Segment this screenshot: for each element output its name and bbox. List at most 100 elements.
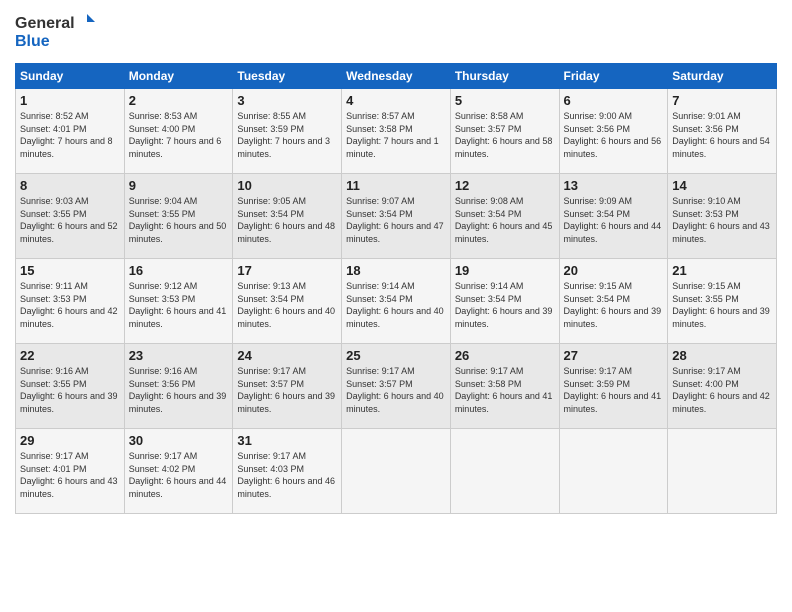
- day-info: Sunrise: 9:10 AMSunset: 3:53 PMDaylight:…: [672, 196, 770, 244]
- day-number: 19: [455, 263, 555, 278]
- day-info: Sunrise: 9:00 AMSunset: 3:56 PMDaylight:…: [564, 111, 662, 159]
- day-cell: 4 Sunrise: 8:57 AMSunset: 3:58 PMDayligh…: [342, 89, 451, 174]
- day-number: 18: [346, 263, 446, 278]
- calendar-header: General Blue: [15, 10, 777, 55]
- day-info: Sunrise: 8:53 AMSunset: 4:00 PMDaylight:…: [129, 111, 222, 159]
- week-row-1: 1 Sunrise: 8:52 AMSunset: 4:01 PMDayligh…: [16, 89, 777, 174]
- column-header-wednesday: Wednesday: [342, 64, 451, 89]
- day-cell: 13 Sunrise: 9:09 AMSunset: 3:54 PMDaylig…: [559, 174, 668, 259]
- day-info: Sunrise: 9:15 AMSunset: 3:55 PMDaylight:…: [672, 281, 770, 329]
- day-cell: 8 Sunrise: 9:03 AMSunset: 3:55 PMDayligh…: [16, 174, 125, 259]
- day-number: 16: [129, 263, 229, 278]
- day-number: 26: [455, 348, 555, 363]
- day-info: Sunrise: 9:14 AMSunset: 3:54 PMDaylight:…: [346, 281, 444, 329]
- day-cell: 22 Sunrise: 9:16 AMSunset: 3:55 PMDaylig…: [16, 344, 125, 429]
- day-info: Sunrise: 9:03 AMSunset: 3:55 PMDaylight:…: [20, 196, 118, 244]
- day-cell: 10 Sunrise: 9:05 AMSunset: 3:54 PMDaylig…: [233, 174, 342, 259]
- day-number: 23: [129, 348, 229, 363]
- week-row-5: 29 Sunrise: 9:17 AMSunset: 4:01 PMDaylig…: [16, 429, 777, 514]
- day-number: 7: [672, 93, 772, 108]
- day-number: 8: [20, 178, 120, 193]
- day-number: 9: [129, 178, 229, 193]
- day-info: Sunrise: 9:17 AMSunset: 3:57 PMDaylight:…: [346, 366, 444, 414]
- day-cell: 14 Sunrise: 9:10 AMSunset: 3:53 PMDaylig…: [668, 174, 777, 259]
- day-cell: 6 Sunrise: 9:00 AMSunset: 3:56 PMDayligh…: [559, 89, 668, 174]
- day-cell: 1 Sunrise: 8:52 AMSunset: 4:01 PMDayligh…: [16, 89, 125, 174]
- day-number: 12: [455, 178, 555, 193]
- logo: General Blue: [15, 10, 95, 55]
- header-row: SundayMondayTuesdayWednesdayThursdayFrid…: [16, 64, 777, 89]
- day-number: 13: [564, 178, 664, 193]
- day-info: Sunrise: 9:17 AMSunset: 4:01 PMDaylight:…: [20, 451, 118, 499]
- day-number: 31: [237, 433, 337, 448]
- day-info: Sunrise: 9:14 AMSunset: 3:54 PMDaylight:…: [455, 281, 553, 329]
- day-info: Sunrise: 9:11 AMSunset: 3:53 PMDaylight:…: [20, 281, 118, 329]
- day-number: 14: [672, 178, 772, 193]
- day-info: Sunrise: 9:17 AMSunset: 3:58 PMDaylight:…: [455, 366, 553, 414]
- day-number: 21: [672, 263, 772, 278]
- day-cell: 28 Sunrise: 9:17 AMSunset: 4:00 PMDaylig…: [668, 344, 777, 429]
- column-header-saturday: Saturday: [668, 64, 777, 89]
- day-info: Sunrise: 9:09 AMSunset: 3:54 PMDaylight:…: [564, 196, 662, 244]
- day-info: Sunrise: 9:17 AMSunset: 4:00 PMDaylight:…: [672, 366, 770, 414]
- day-cell: 24 Sunrise: 9:17 AMSunset: 3:57 PMDaylig…: [233, 344, 342, 429]
- day-cell: 16 Sunrise: 9:12 AMSunset: 3:53 PMDaylig…: [124, 259, 233, 344]
- day-info: Sunrise: 9:13 AMSunset: 3:54 PMDaylight:…: [237, 281, 335, 329]
- day-info: Sunrise: 9:08 AMSunset: 3:54 PMDaylight:…: [455, 196, 553, 244]
- day-info: Sunrise: 9:16 AMSunset: 3:56 PMDaylight:…: [129, 366, 227, 414]
- day-info: Sunrise: 9:16 AMSunset: 3:55 PMDaylight:…: [20, 366, 118, 414]
- day-number: 6: [564, 93, 664, 108]
- day-cell: 12 Sunrise: 9:08 AMSunset: 3:54 PMDaylig…: [450, 174, 559, 259]
- day-cell: [342, 429, 451, 514]
- day-info: Sunrise: 9:05 AMSunset: 3:54 PMDaylight:…: [237, 196, 335, 244]
- day-info: Sunrise: 8:57 AMSunset: 3:58 PMDaylight:…: [346, 111, 439, 159]
- day-info: Sunrise: 9:17 AMSunset: 4:03 PMDaylight:…: [237, 451, 335, 499]
- logo-svg: General Blue: [15, 10, 95, 55]
- column-header-thursday: Thursday: [450, 64, 559, 89]
- day-cell: 18 Sunrise: 9:14 AMSunset: 3:54 PMDaylig…: [342, 259, 451, 344]
- day-number: 3: [237, 93, 337, 108]
- week-row-3: 15 Sunrise: 9:11 AMSunset: 3:53 PMDaylig…: [16, 259, 777, 344]
- day-cell: 31 Sunrise: 9:17 AMSunset: 4:03 PMDaylig…: [233, 429, 342, 514]
- day-cell: 2 Sunrise: 8:53 AMSunset: 4:00 PMDayligh…: [124, 89, 233, 174]
- day-cell: 5 Sunrise: 8:58 AMSunset: 3:57 PMDayligh…: [450, 89, 559, 174]
- day-info: Sunrise: 8:52 AMSunset: 4:01 PMDaylight:…: [20, 111, 113, 159]
- day-info: Sunrise: 9:12 AMSunset: 3:53 PMDaylight:…: [129, 281, 227, 329]
- day-number: 17: [237, 263, 337, 278]
- day-cell: 21 Sunrise: 9:15 AMSunset: 3:55 PMDaylig…: [668, 259, 777, 344]
- day-cell: 11 Sunrise: 9:07 AMSunset: 3:54 PMDaylig…: [342, 174, 451, 259]
- day-number: 22: [20, 348, 120, 363]
- day-info: Sunrise: 8:58 AMSunset: 3:57 PMDaylight:…: [455, 111, 553, 159]
- column-header-sunday: Sunday: [16, 64, 125, 89]
- day-cell: [559, 429, 668, 514]
- svg-text:Blue: Blue: [15, 33, 50, 50]
- day-info: Sunrise: 9:17 AMSunset: 3:57 PMDaylight:…: [237, 366, 335, 414]
- week-row-4: 22 Sunrise: 9:16 AMSunset: 3:55 PMDaylig…: [16, 344, 777, 429]
- day-number: 24: [237, 348, 337, 363]
- day-number: 10: [237, 178, 337, 193]
- day-cell: 29 Sunrise: 9:17 AMSunset: 4:01 PMDaylig…: [16, 429, 125, 514]
- day-number: 20: [564, 263, 664, 278]
- day-cell: 25 Sunrise: 9:17 AMSunset: 3:57 PMDaylig…: [342, 344, 451, 429]
- day-cell: 20 Sunrise: 9:15 AMSunset: 3:54 PMDaylig…: [559, 259, 668, 344]
- day-number: 2: [129, 93, 229, 108]
- day-info: Sunrise: 9:17 AMSunset: 4:02 PMDaylight:…: [129, 451, 227, 499]
- day-cell: 9 Sunrise: 9:04 AMSunset: 3:55 PMDayligh…: [124, 174, 233, 259]
- day-info: Sunrise: 9:01 AMSunset: 3:56 PMDaylight:…: [672, 111, 770, 159]
- day-number: 30: [129, 433, 229, 448]
- day-cell: 15 Sunrise: 9:11 AMSunset: 3:53 PMDaylig…: [16, 259, 125, 344]
- day-number: 25: [346, 348, 446, 363]
- day-cell: 27 Sunrise: 9:17 AMSunset: 3:59 PMDaylig…: [559, 344, 668, 429]
- day-info: Sunrise: 9:15 AMSunset: 3:54 PMDaylight:…: [564, 281, 662, 329]
- calendar-container: General Blue SundayMondayTuesdayWednesda…: [0, 0, 792, 524]
- column-header-tuesday: Tuesday: [233, 64, 342, 89]
- day-info: Sunrise: 9:07 AMSunset: 3:54 PMDaylight:…: [346, 196, 444, 244]
- day-cell: 7 Sunrise: 9:01 AMSunset: 3:56 PMDayligh…: [668, 89, 777, 174]
- day-number: 29: [20, 433, 120, 448]
- day-number: 1: [20, 93, 120, 108]
- day-cell: [668, 429, 777, 514]
- day-cell: 3 Sunrise: 8:55 AMSunset: 3:59 PMDayligh…: [233, 89, 342, 174]
- day-number: 11: [346, 178, 446, 193]
- day-number: 27: [564, 348, 664, 363]
- day-number: 28: [672, 348, 772, 363]
